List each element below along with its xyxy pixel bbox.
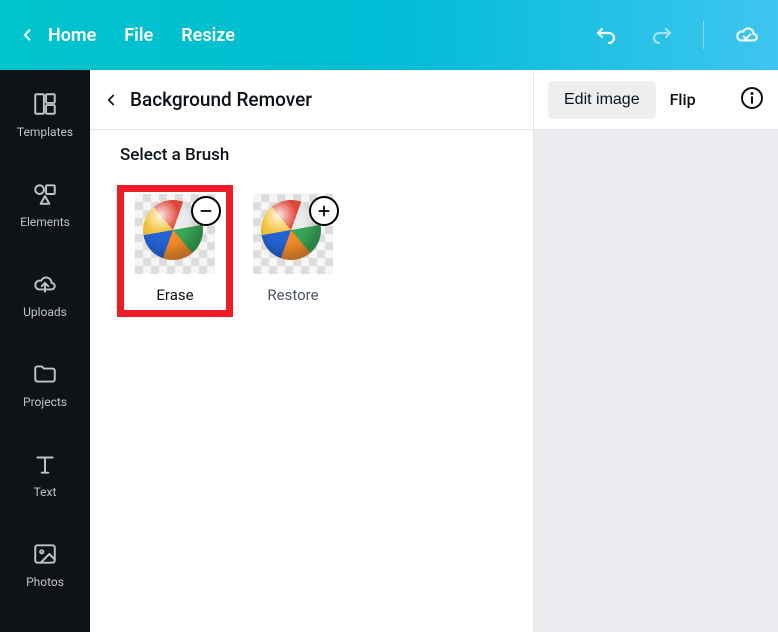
resize-menu[interactable]: Resize [181,25,235,46]
brush-restore[interactable]: Restore [238,188,348,314]
canvas-toolbar: Edit image Flip [534,70,778,130]
sidebar-item-elements[interactable]: Elements [0,160,90,250]
photos-icon [32,541,58,567]
edit-image-button[interactable]: Edit image [548,81,656,119]
sidebar-label: Elements [20,215,70,229]
sidebar-item-photos[interactable]: Photos [0,520,90,610]
elements-icon [32,181,58,207]
minus-icon [191,196,221,226]
file-menu[interactable]: File [124,25,153,46]
brush-erase[interactable]: Erase [120,188,230,314]
info-icon[interactable] [740,86,764,114]
sidebar-label: Projects [23,395,67,409]
sidebar-item-templates[interactable]: Templates [0,70,90,160]
sidebar: Templates Elements Uploads Projects Text… [0,70,90,632]
redo-icon[interactable] [649,23,673,47]
sidebar-item-text[interactable]: Text [0,430,90,520]
topbar-left: Home File Resize [18,25,235,46]
brush-erase-label: Erase [156,286,193,304]
brush-row: Erase Restore [120,188,503,314]
cloud-sync-icon[interactable] [734,22,760,48]
undo-icon[interactable] [595,23,619,47]
brush-restore-label: Restore [267,286,318,304]
topbar-right [595,21,760,49]
plus-icon [309,196,339,226]
brush-erase-thumb [135,194,215,274]
topbar: Home File Resize [0,0,778,70]
panel-body: Select a Brush Erase [90,130,533,334]
sidebar-item-uploads[interactable]: Uploads [0,250,90,340]
uploads-icon [32,271,58,297]
sidebar-label: Templates [17,125,73,139]
panel-title: Background Remover [130,88,312,111]
text-icon [32,451,58,477]
flip-button[interactable]: Flip [670,90,696,109]
divider [703,21,704,49]
sidebar-label: Uploads [23,305,67,319]
chevron-left-icon [18,26,36,44]
projects-icon [32,361,58,387]
canvas: Edit image Flip [534,70,778,632]
brush-restore-thumb [253,194,333,274]
back-icon[interactable] [102,91,120,109]
section-title: Select a Brush [120,145,503,165]
panel-header: Background Remover [90,70,533,130]
sidebar-label: Photos [26,575,64,589]
home-label: Home [48,25,96,46]
main: Templates Elements Uploads Projects Text… [0,70,778,632]
panel: Background Remover Select a Brush Erase [90,70,534,632]
templates-icon [32,91,58,117]
sidebar-item-projects[interactable]: Projects [0,340,90,430]
home-button[interactable]: Home [18,25,96,46]
sidebar-label: Text [34,485,57,499]
